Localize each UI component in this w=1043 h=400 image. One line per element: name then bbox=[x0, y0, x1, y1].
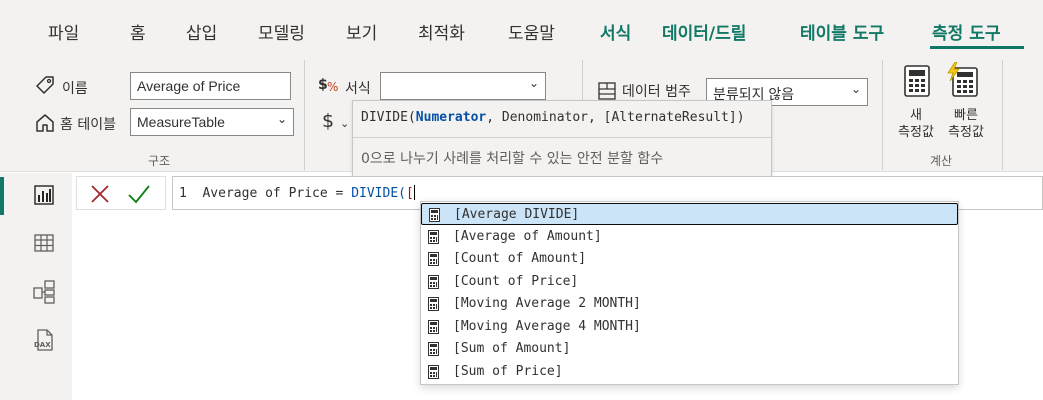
measure-icon bbox=[428, 275, 439, 293]
home-table-value: MeasureTable bbox=[137, 114, 225, 130]
tag-icon bbox=[34, 74, 56, 100]
name-input[interactable]: Average of Price bbox=[130, 72, 291, 100]
data-category-label: 데이터 범주 bbox=[622, 84, 691, 100]
tab-table-tools[interactable]: 테이블 도구 bbox=[800, 19, 884, 44]
function-signature: DIVIDE(Numerator, Denominator, [Alternat… bbox=[361, 110, 745, 125]
chevron-down-icon: ⌄ bbox=[850, 82, 861, 96]
tab-file[interactable]: 파일 bbox=[48, 19, 79, 44]
function-tooltip: DIVIDE(Numerator, Denominator, [Alternat… bbox=[352, 100, 772, 177]
svg-text:DAX: DAX bbox=[34, 341, 51, 349]
suggestion-label: [Sum of Price] bbox=[453, 364, 563, 379]
quick-measure-line1: 빠른 bbox=[954, 108, 978, 123]
formula-line: 1 Average of Price = DIVIDE([ bbox=[179, 185, 415, 201]
formula-bracket: [ bbox=[406, 186, 414, 201]
active-view-indicator bbox=[0, 177, 4, 215]
measure-icon bbox=[428, 297, 439, 315]
ribbon-separator bbox=[304, 60, 305, 170]
signature-current-param: Numerator bbox=[415, 110, 487, 125]
suggestion-label: [Average of Amount] bbox=[453, 229, 602, 244]
chevron-down-icon: ⌄ bbox=[276, 112, 287, 126]
formula-function: DIVIDE( bbox=[351, 186, 406, 201]
tab-optimize[interactable]: 최적화 bbox=[418, 19, 465, 44]
formula-measure-prefix: Average of Price = bbox=[202, 186, 352, 201]
formula-line-number: 1 bbox=[179, 186, 187, 201]
commit-formula-button[interactable] bbox=[127, 183, 151, 209]
function-description: 0으로 나누기 사례를 처리할 수 있는 안전 분할 함수 bbox=[361, 151, 664, 167]
calculations-group-label: 계산 bbox=[930, 154, 953, 168]
quick-measure-icon[interactable] bbox=[946, 61, 980, 102]
ribbon-separator bbox=[1002, 60, 1003, 170]
suggestion-label: [Count of Amount] bbox=[453, 251, 587, 266]
home-table-dropdown[interactable]: MeasureTable ⌄ bbox=[130, 108, 294, 136]
format-dropdown[interactable]: ⌄ bbox=[380, 72, 546, 100]
measure-icon bbox=[429, 208, 440, 226]
tab-help[interactable]: 도움말 bbox=[508, 19, 555, 44]
suggestion-label: [Average DIVIDE] bbox=[454, 207, 580, 222]
format-label: 서식 bbox=[345, 81, 371, 97]
model-view-icon[interactable] bbox=[33, 280, 55, 308]
active-tab-indicator bbox=[930, 46, 1024, 49]
autocomplete-list: [Average DIVIDE] [Average of Amount] [Co… bbox=[420, 201, 959, 385]
suggestion-label: [Moving Average 2 MONTH] bbox=[453, 296, 641, 311]
dax-query-view-icon[interactable]: DAX bbox=[33, 328, 57, 356]
suggestion-item[interactable]: [Moving Average 4 MONTH] bbox=[421, 316, 958, 338]
close-icon bbox=[91, 185, 109, 203]
new-measure-line2: 측정값 bbox=[898, 125, 934, 140]
view-switcher-rail: DAX bbox=[0, 173, 72, 400]
suggestion-item[interactable]: [Count of Amount] bbox=[421, 248, 958, 270]
suggestion-label: [Sum of Amount] bbox=[453, 341, 571, 356]
home-table-icon bbox=[34, 112, 56, 138]
quick-measure-button[interactable]: 빠른 측정값 bbox=[942, 107, 990, 141]
name-input-value: Average of Price bbox=[137, 78, 241, 94]
suggestion-label: [Count of Price] bbox=[453, 274, 579, 289]
format-percent-icon: $% bbox=[318, 73, 342, 99]
ribbon-tabs: 파일 홈 삽입 모델링 보기 최적화 도움말 서식 데이터/드릴 테이블 도구 … bbox=[0, 0, 1043, 52]
suggestion-label: [Moving Average 4 MONTH] bbox=[453, 319, 641, 334]
svg-text:%: % bbox=[327, 80, 338, 94]
currency-symbol: $ bbox=[322, 110, 335, 132]
measure-icon bbox=[428, 320, 439, 338]
tab-home[interactable]: 홈 bbox=[130, 19, 146, 44]
signature-remaining-params: , Denominator, [AlternateResult]) bbox=[486, 110, 745, 125]
chevron-down-icon: ⌄ bbox=[340, 117, 350, 130]
new-measure-button[interactable]: 새 측정값 bbox=[893, 107, 939, 141]
tab-measure-tools[interactable]: 측정 도구 bbox=[932, 19, 1000, 44]
signature-function-name: DIVIDE( bbox=[361, 110, 416, 125]
name-label: 이름 bbox=[62, 81, 88, 97]
new-measure-line1: 새 bbox=[910, 108, 922, 123]
text-caret bbox=[413, 185, 415, 200]
structure-group-label: 구조 bbox=[148, 154, 171, 168]
suggestion-item[interactable]: [Sum of Amount] bbox=[421, 338, 958, 360]
tab-data-drill[interactable]: 데이터/드릴 bbox=[662, 19, 746, 44]
tooltip-divider bbox=[353, 137, 771, 138]
measure-icon bbox=[428, 230, 439, 248]
measure-icon bbox=[428, 342, 439, 360]
measure-icon bbox=[428, 365, 439, 383]
formula-actions bbox=[76, 176, 166, 210]
ribbon-separator bbox=[882, 60, 883, 170]
checkmark-icon bbox=[128, 185, 150, 204]
report-view-icon[interactable] bbox=[33, 184, 55, 210]
tab-view[interactable]: 보기 bbox=[346, 19, 377, 44]
tab-modeling[interactable]: 모델링 bbox=[258, 19, 305, 44]
quick-measure-line2: 측정값 bbox=[948, 125, 984, 140]
home-table-label: 홈 테이블 bbox=[60, 117, 116, 133]
suggestion-item[interactable]: [Average of Amount] bbox=[421, 226, 958, 248]
suggestion-item[interactable]: [Average DIVIDE] bbox=[421, 203, 958, 225]
tab-insert[interactable]: 삽입 bbox=[186, 19, 217, 44]
table-view-icon[interactable] bbox=[33, 232, 55, 258]
suggestion-item[interactable]: [Sum of Price] bbox=[421, 361, 958, 383]
tab-format[interactable]: 서식 bbox=[600, 19, 631, 44]
suggestion-item[interactable]: [Count of Price] bbox=[421, 271, 958, 293]
cancel-formula-button[interactable] bbox=[89, 183, 111, 209]
suggestion-item[interactable]: [Moving Average 2 MONTH] bbox=[421, 293, 958, 315]
currency-button[interactable]: $ ⌄ bbox=[322, 110, 349, 132]
chevron-down-icon: ⌄ bbox=[528, 76, 539, 90]
new-measure-icon[interactable] bbox=[903, 64, 931, 102]
measure-icon bbox=[428, 252, 439, 270]
